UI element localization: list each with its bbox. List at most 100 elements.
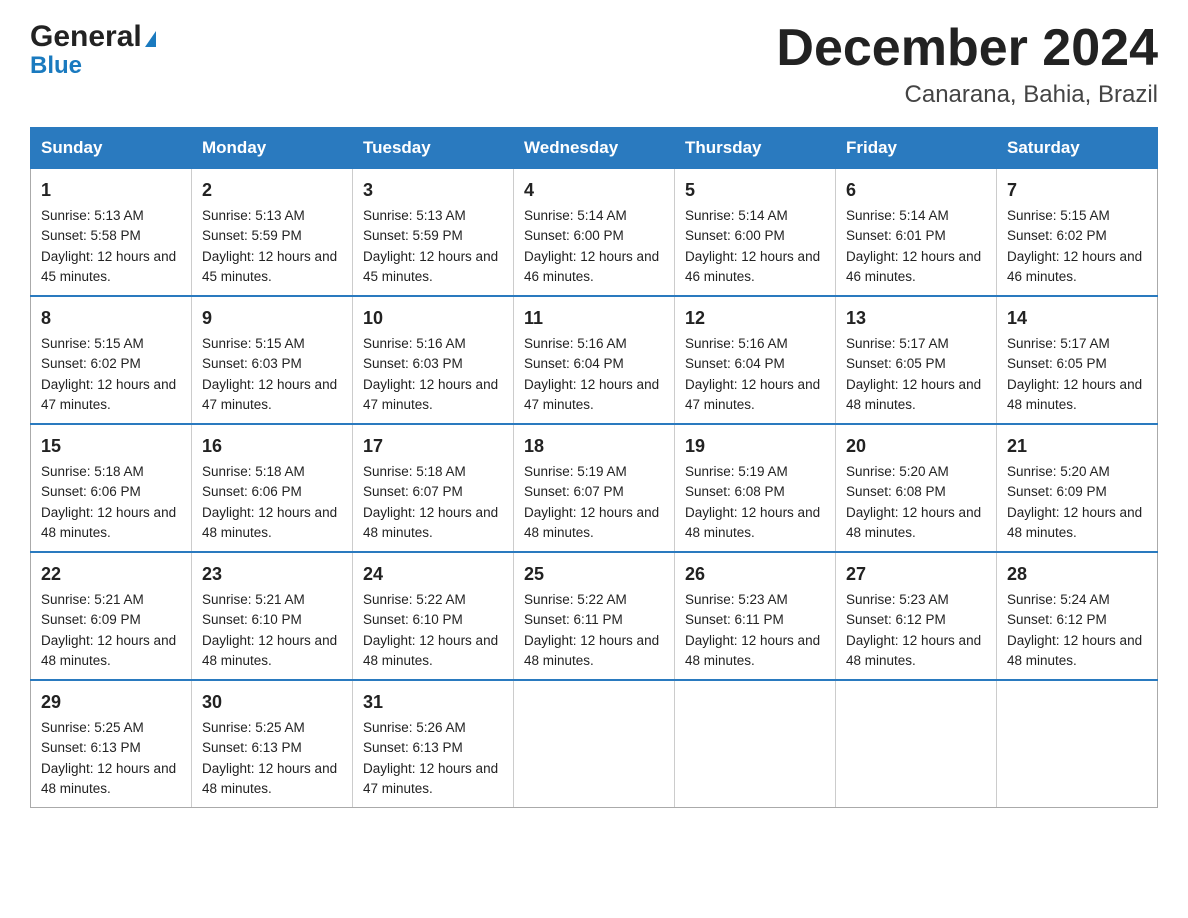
calendar-cell: 21 Sunrise: 5:20 AM Sunset: 6:09 PM Dayl… <box>997 424 1158 552</box>
sunrise-text: Sunrise: 5:19 AM <box>524 464 627 479</box>
sunset-text: Sunset: 6:00 PM <box>685 228 785 243</box>
sunset-text: Sunset: 6:04 PM <box>685 356 785 371</box>
sunrise-text: Sunrise: 5:17 AM <box>846 336 949 351</box>
calendar-day-header: Friday <box>836 128 997 169</box>
calendar-cell: 15 Sunrise: 5:18 AM Sunset: 6:06 PM Dayl… <box>31 424 192 552</box>
logo-blue-text: Blue <box>30 52 82 80</box>
day-number: 10 <box>363 305 503 332</box>
sunrise-text: Sunrise: 5:24 AM <box>1007 592 1110 607</box>
sunrise-text: Sunrise: 5:19 AM <box>685 464 788 479</box>
calendar-cell: 5 Sunrise: 5:14 AM Sunset: 6:00 PM Dayli… <box>675 169 836 297</box>
calendar-cell: 29 Sunrise: 5:25 AM Sunset: 6:13 PM Dayl… <box>31 680 192 808</box>
calendar-cell <box>514 680 675 808</box>
sunrise-text: Sunrise: 5:25 AM <box>202 720 305 735</box>
daylight-text: Daylight: 12 hours and 48 minutes. <box>41 761 176 796</box>
sunset-text: Sunset: 6:04 PM <box>524 356 624 371</box>
calendar-cell: 25 Sunrise: 5:22 AM Sunset: 6:11 PM Dayl… <box>514 552 675 680</box>
sunrise-text: Sunrise: 5:16 AM <box>363 336 466 351</box>
sunrise-text: Sunrise: 5:16 AM <box>685 336 788 351</box>
sunset-text: Sunset: 6:00 PM <box>524 228 624 243</box>
sunrise-text: Sunrise: 5:13 AM <box>202 208 305 223</box>
sunset-text: Sunset: 6:02 PM <box>41 356 141 371</box>
calendar-cell: 26 Sunrise: 5:23 AM Sunset: 6:11 PM Dayl… <box>675 552 836 680</box>
calendar-week-row: 15 Sunrise: 5:18 AM Sunset: 6:06 PM Dayl… <box>31 424 1158 552</box>
daylight-text: Daylight: 12 hours and 46 minutes. <box>1007 249 1142 284</box>
sunset-text: Sunset: 6:03 PM <box>202 356 302 371</box>
day-number: 7 <box>1007 177 1147 204</box>
daylight-text: Daylight: 12 hours and 48 minutes. <box>1007 633 1142 668</box>
day-number: 26 <box>685 561 825 588</box>
day-number: 24 <box>363 561 503 588</box>
page-header: General Blue December 2024 Canarana, Bah… <box>30 20 1158 109</box>
daylight-text: Daylight: 12 hours and 48 minutes. <box>685 633 820 668</box>
day-number: 25 <box>524 561 664 588</box>
day-number: 17 <box>363 433 503 460</box>
sunrise-text: Sunrise: 5:15 AM <box>202 336 305 351</box>
calendar-cell: 3 Sunrise: 5:13 AM Sunset: 5:59 PM Dayli… <box>353 169 514 297</box>
sunrise-text: Sunrise: 5:15 AM <box>1007 208 1110 223</box>
day-number: 29 <box>41 689 181 716</box>
calendar-week-row: 8 Sunrise: 5:15 AM Sunset: 6:02 PM Dayli… <box>31 296 1158 424</box>
sunset-text: Sunset: 6:03 PM <box>363 356 463 371</box>
day-number: 2 <box>202 177 342 204</box>
day-number: 14 <box>1007 305 1147 332</box>
calendar-cell: 23 Sunrise: 5:21 AM Sunset: 6:10 PM Dayl… <box>192 552 353 680</box>
sunset-text: Sunset: 6:02 PM <box>1007 228 1107 243</box>
sunrise-text: Sunrise: 5:18 AM <box>41 464 144 479</box>
daylight-text: Daylight: 12 hours and 48 minutes. <box>202 633 337 668</box>
day-number: 16 <box>202 433 342 460</box>
sunset-text: Sunset: 6:10 PM <box>363 612 463 627</box>
title-block: December 2024 Canarana, Bahia, Brazil <box>776 20 1158 109</box>
sunset-text: Sunset: 6:05 PM <box>1007 356 1107 371</box>
sunrise-text: Sunrise: 5:22 AM <box>524 592 627 607</box>
daylight-text: Daylight: 12 hours and 48 minutes. <box>363 633 498 668</box>
calendar-cell: 13 Sunrise: 5:17 AM Sunset: 6:05 PM Dayl… <box>836 296 997 424</box>
sunrise-text: Sunrise: 5:23 AM <box>685 592 788 607</box>
calendar-day-header: Monday <box>192 128 353 169</box>
calendar-cell: 30 Sunrise: 5:25 AM Sunset: 6:13 PM Dayl… <box>192 680 353 808</box>
sunset-text: Sunset: 6:10 PM <box>202 612 302 627</box>
sunset-text: Sunset: 6:06 PM <box>202 484 302 499</box>
sunrise-text: Sunrise: 5:18 AM <box>202 464 305 479</box>
day-number: 15 <box>41 433 181 460</box>
sunset-text: Sunset: 6:07 PM <box>363 484 463 499</box>
sunrise-text: Sunrise: 5:21 AM <box>202 592 305 607</box>
daylight-text: Daylight: 12 hours and 47 minutes. <box>202 377 337 412</box>
sunrise-text: Sunrise: 5:14 AM <box>846 208 949 223</box>
page-title: December 2024 <box>776 20 1158 77</box>
logo: General Blue <box>30 20 156 80</box>
calendar-cell: 14 Sunrise: 5:17 AM Sunset: 6:05 PM Dayl… <box>997 296 1158 424</box>
day-number: 9 <box>202 305 342 332</box>
daylight-text: Daylight: 12 hours and 48 minutes. <box>1007 505 1142 540</box>
calendar-cell: 1 Sunrise: 5:13 AM Sunset: 5:58 PM Dayli… <box>31 169 192 297</box>
daylight-text: Daylight: 12 hours and 48 minutes. <box>1007 377 1142 412</box>
daylight-text: Daylight: 12 hours and 45 minutes. <box>202 249 337 284</box>
daylight-text: Daylight: 12 hours and 47 minutes. <box>524 377 659 412</box>
calendar-cell <box>836 680 997 808</box>
sunset-text: Sunset: 6:01 PM <box>846 228 946 243</box>
day-number: 20 <box>846 433 986 460</box>
calendar-cell: 4 Sunrise: 5:14 AM Sunset: 6:00 PM Dayli… <box>514 169 675 297</box>
day-number: 28 <box>1007 561 1147 588</box>
daylight-text: Daylight: 12 hours and 48 minutes. <box>846 633 981 668</box>
calendar-cell: 10 Sunrise: 5:16 AM Sunset: 6:03 PM Dayl… <box>353 296 514 424</box>
calendar-cell: 18 Sunrise: 5:19 AM Sunset: 6:07 PM Dayl… <box>514 424 675 552</box>
sunrise-text: Sunrise: 5:14 AM <box>524 208 627 223</box>
daylight-text: Daylight: 12 hours and 48 minutes. <box>846 505 981 540</box>
calendar-cell: 27 Sunrise: 5:23 AM Sunset: 6:12 PM Dayl… <box>836 552 997 680</box>
sunrise-text: Sunrise: 5:13 AM <box>363 208 466 223</box>
calendar-week-row: 29 Sunrise: 5:25 AM Sunset: 6:13 PM Dayl… <box>31 680 1158 808</box>
calendar-day-header: Sunday <box>31 128 192 169</box>
day-number: 30 <box>202 689 342 716</box>
calendar-table: SundayMondayTuesdayWednesdayThursdayFrid… <box>30 127 1158 808</box>
calendar-cell: 17 Sunrise: 5:18 AM Sunset: 6:07 PM Dayl… <box>353 424 514 552</box>
day-number: 1 <box>41 177 181 204</box>
logo-arrow-icon <box>145 31 156 47</box>
calendar-cell <box>675 680 836 808</box>
day-number: 27 <box>846 561 986 588</box>
calendar-week-row: 22 Sunrise: 5:21 AM Sunset: 6:09 PM Dayl… <box>31 552 1158 680</box>
sunrise-text: Sunrise: 5:18 AM <box>363 464 466 479</box>
daylight-text: Daylight: 12 hours and 48 minutes. <box>202 761 337 796</box>
day-number: 5 <box>685 177 825 204</box>
sunset-text: Sunset: 6:12 PM <box>1007 612 1107 627</box>
